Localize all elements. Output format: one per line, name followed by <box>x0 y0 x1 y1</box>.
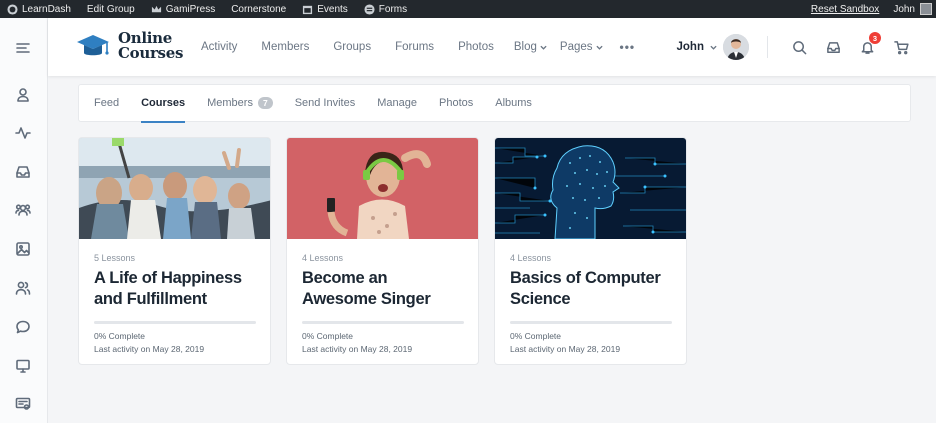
groups-icon <box>15 204 31 216</box>
inbox-icon <box>16 166 30 178</box>
progress-text: 0% Complete <box>510 331 562 341</box>
sidebar-item-forums[interactable] <box>12 316 34 338</box>
sidebar-item-certificates[interactable] <box>12 393 34 415</box>
course-card[interactable]: 5 Lessons A Life of Happiness and Fulfil… <box>78 137 271 365</box>
sidebar-item-inbox[interactable] <box>12 161 34 183</box>
nav-photos[interactable]: Photos <box>458 41 494 53</box>
main-nav: Activity Members Groups Forums Photos Bl… <box>201 18 635 76</box>
lesson-count: 4 Lessons <box>510 253 552 263</box>
admin-bar-edit-group[interactable]: Edit Group <box>80 0 144 18</box>
menu-toggle-button[interactable] <box>12 37 34 59</box>
forums-icon <box>16 320 30 334</box>
notifications-button[interactable]: 3 <box>858 32 881 56</box>
chevron-down-icon <box>595 45 603 50</box>
tab-photos[interactable]: Photos <box>439 84 473 122</box>
sidebar-item-profile[interactable] <box>12 84 34 106</box>
nav-groups[interactable]: Groups <box>333 41 371 53</box>
site-header: Online Courses Activity Members Groups F… <box>48 18 936 76</box>
site-logo[interactable]: Online Courses <box>76 30 183 62</box>
admin-bar-events[interactable]: Events <box>295 0 357 18</box>
messages-button[interactable] <box>824 38 842 56</box>
members-icon <box>15 281 31 295</box>
wordpress-icon <box>7 3 18 15</box>
tab-send-invites[interactable]: Send Invites <box>295 84 356 122</box>
sidebar-item-photos[interactable] <box>12 238 34 260</box>
course-title[interactable]: A Life of Happiness and Fulfillment <box>94 268 255 310</box>
course-card[interactable]: 4 Lessons Basics of Computer Science 0% … <box>494 137 687 365</box>
nav-blog[interactable]: Blog <box>514 41 547 53</box>
admin-bar-forms[interactable]: Forms <box>357 0 416 18</box>
admin-bar-cornerstone[interactable]: Cornerstone <box>224 0 295 18</box>
admin-bar-avatar <box>920 3 932 15</box>
lesson-count: 4 Lessons <box>302 253 344 263</box>
course-image <box>79 138 270 239</box>
user-name: John <box>676 41 704 53</box>
nav-members[interactable]: Members <box>261 41 309 53</box>
notification-badge: 3 <box>869 32 881 44</box>
inbox-icon <box>826 41 840 53</box>
image-icon <box>16 242 30 256</box>
reset-sandbox-link[interactable]: Reset Sandbox <box>811 4 893 15</box>
sidebar-item-members[interactable] <box>12 277 34 299</box>
admin-bar-gamipress[interactable]: GamiPress <box>144 0 224 18</box>
user-menu[interactable]: John <box>677 34 749 60</box>
tab-albums[interactable]: Albums <box>495 84 532 122</box>
last-activity: Last activity on May 28, 2019 <box>94 344 205 354</box>
tab-members[interactable]: Members 7 <box>207 84 273 122</box>
calendar-icon <box>303 5 313 14</box>
admin-bar-learndash[interactable]: LearnDash <box>0 0 80 18</box>
course-title[interactable]: Become an Awesome Singer <box>302 268 463 310</box>
progress-text: 0% Complete <box>94 331 146 341</box>
tab-manage[interactable]: Manage <box>377 84 417 122</box>
progress-bar <box>302 321 464 324</box>
admin-bar-user[interactable]: John <box>893 3 936 15</box>
tab-feed[interactable]: Feed <box>94 84 119 122</box>
crown-icon <box>151 5 161 12</box>
progress-bar <box>510 321 672 324</box>
cart-button[interactable] <box>892 38 910 56</box>
graduation-cap-icon <box>77 35 109 56</box>
menu-icon <box>16 43 30 53</box>
members-count-badge: 7 <box>257 97 273 109</box>
user-avatar <box>723 34 749 60</box>
sidebar-item-groups[interactable] <box>12 199 34 221</box>
chevron-down-icon <box>710 45 717 50</box>
tab-courses[interactable]: Courses <box>141 84 186 123</box>
monitor-icon <box>16 359 30 373</box>
last-activity: Last activity on May 28, 2019 <box>302 344 413 354</box>
last-activity: Last activity on May 28, 2019 <box>510 344 621 354</box>
sidebar-item-courses[interactable] <box>12 355 34 377</box>
course-image <box>495 138 686 239</box>
group-tabs: Feed Courses Members 7 Send Invites Mana… <box>78 84 911 123</box>
progress-text: 0% Complete <box>302 331 354 341</box>
nav-forums[interactable]: Forums <box>395 41 434 53</box>
header-divider <box>767 36 768 58</box>
nav-pages[interactable]: Pages <box>560 41 603 53</box>
certificate-icon <box>15 397 31 410</box>
course-title[interactable]: Basics of Computer Science <box>510 268 671 310</box>
sidebar-item-activity[interactable] <box>12 122 34 144</box>
logo-line-2: Courses <box>118 44 184 62</box>
chevron-down-icon <box>540 45 547 50</box>
course-card[interactable]: 4 Lessons Become an Awesome Singer 0% Co… <box>286 137 479 365</box>
admin-bar: LearnDash Edit Group GamiPress Cornersto… <box>0 0 936 18</box>
nav-activity[interactable]: Activity <box>201 41 237 53</box>
search-icon <box>792 40 806 54</box>
left-sidebar <box>0 18 48 423</box>
search-button[interactable] <box>790 38 808 56</box>
activity-icon <box>15 127 31 139</box>
user-icon <box>17 88 29 102</box>
course-image <box>287 138 478 239</box>
progress-bar <box>94 321 256 324</box>
forms-icon <box>364 3 375 15</box>
lesson-count: 5 Lessons <box>94 253 136 263</box>
cart-icon <box>893 40 909 54</box>
more-menu-button[interactable]: ••• <box>620 40 636 54</box>
